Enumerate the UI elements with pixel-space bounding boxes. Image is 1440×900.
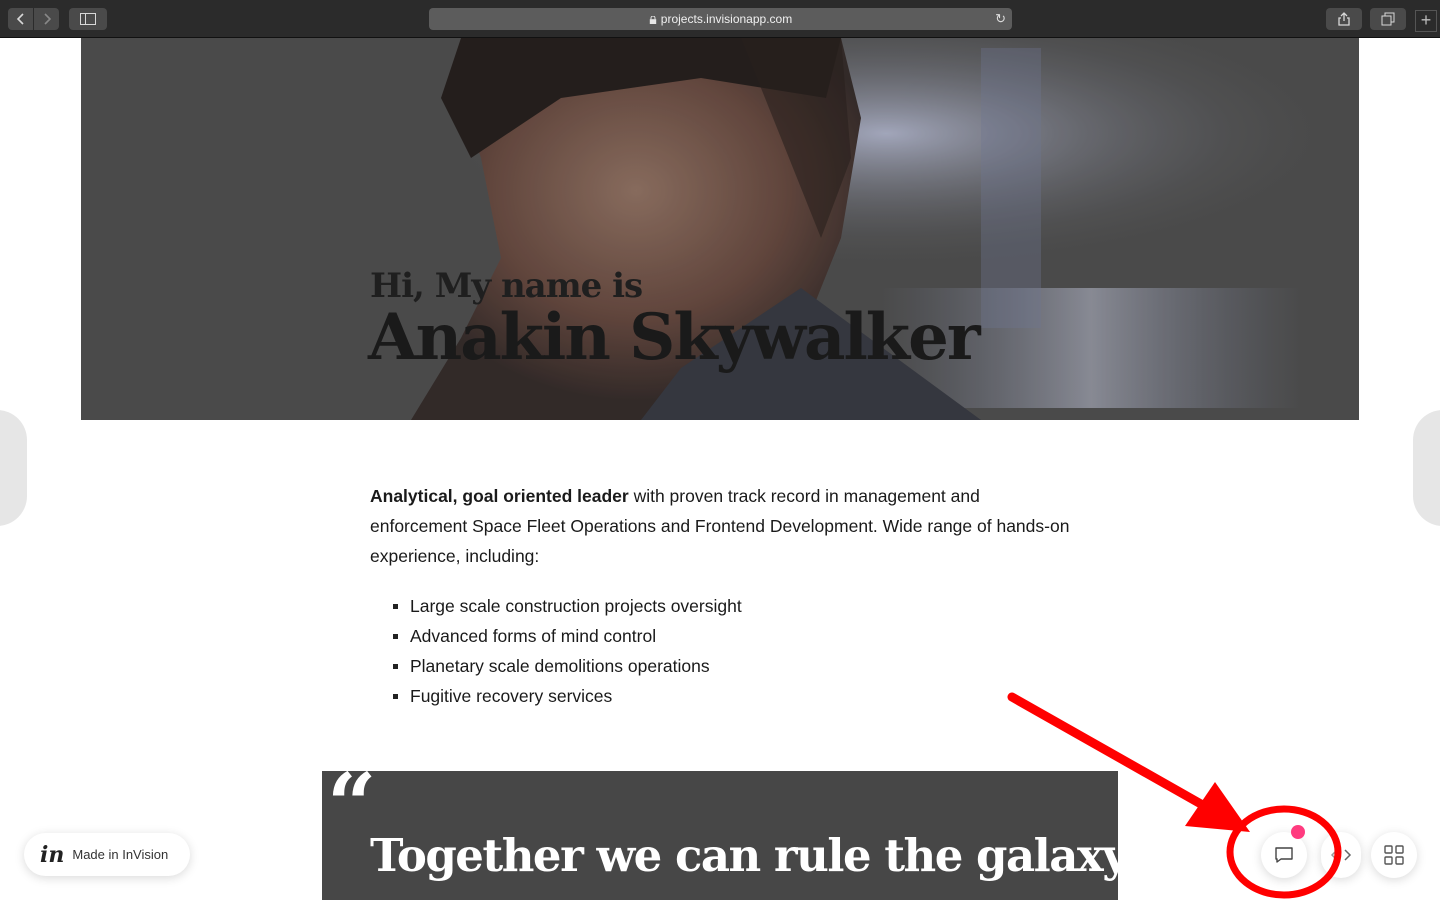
hero-banner: Hi, My name is Anakin Skywalker (81, 38, 1359, 420)
grid-icon (1384, 845, 1404, 865)
url-text: projects.invisionapp.com (660, 12, 793, 26)
back-button[interactable] (8, 8, 33, 30)
list-item: Fugitive recovery services (393, 681, 742, 711)
comment-button[interactable] (1261, 832, 1307, 878)
tabs-icon (1381, 12, 1395, 26)
tab-overview-button[interactable] (1370, 8, 1406, 30)
annotation-arrowhead (1185, 782, 1250, 832)
hero-name: Anakin Skywalker (368, 300, 981, 375)
intro-paragraph: Analytical, goal oriented leader with pr… (370, 481, 1070, 571)
sidebar-icon (80, 13, 96, 25)
share-button[interactable] (1326, 8, 1362, 30)
forward-button[interactable] (34, 8, 59, 30)
lock-icon (649, 16, 656, 24)
quote-text: Together we can rule the galaxy (370, 829, 1118, 882)
list-item: Advanced forms of mind control (393, 621, 742, 651)
made-in-invision-label: Made in InVision (72, 847, 169, 862)
chevron-left-right-icon (1330, 849, 1352, 861)
notification-dot (1291, 825, 1305, 839)
list-item: Planetary scale demolitions operations (393, 651, 742, 681)
screens-grid-button[interactable] (1371, 832, 1417, 878)
intro-bold: Analytical, goal oriented leader (370, 486, 629, 506)
new-tab-button[interactable]: + (1415, 10, 1437, 32)
next-screen-tab[interactable] (1413, 410, 1440, 526)
made-in-invision-badge[interactable]: in Made in InVision (24, 833, 190, 876)
sidebar-toggle-button[interactable] (69, 8, 107, 30)
previous-screen-tab[interactable] (0, 410, 27, 526)
skills-list: Large scale construction projects oversi… (393, 591, 742, 711)
screen-nav-button[interactable] (1321, 832, 1361, 878)
comment-icon (1275, 847, 1293, 863)
invision-logo: in (40, 841, 65, 868)
quote-block: “ Together we can rule the galaxy (322, 771, 1118, 900)
chevron-left-icon (16, 13, 24, 25)
share-icon (1338, 12, 1350, 26)
reload-icon[interactable]: ↻ (995, 11, 1006, 27)
address-bar[interactable]: projects.invisionapp.com ↻ (429, 8, 1012, 30)
browser-toolbar: projects.invisionapp.com ↻ + (0, 0, 1440, 38)
chevron-right-icon (43, 13, 51, 25)
list-item: Large scale construction projects oversi… (393, 591, 742, 621)
